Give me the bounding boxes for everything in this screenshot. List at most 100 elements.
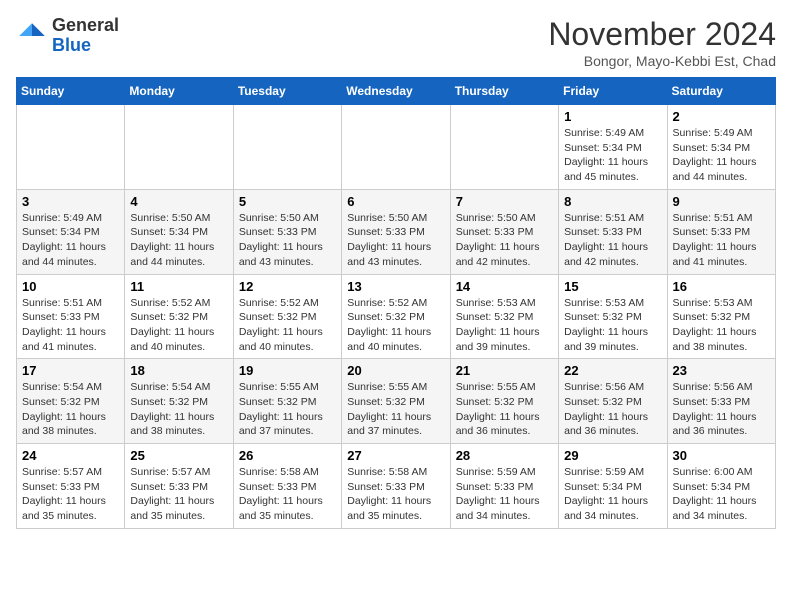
calendar-body: 1 Sunrise: 5:49 AM Sunset: 5:34 PM Daylig… — [17, 105, 776, 529]
day-info: Sunrise: 5:55 AM Sunset: 5:32 PM Dayligh… — [456, 380, 553, 439]
day-number: 30 — [673, 448, 770, 463]
day-number: 1 — [564, 109, 661, 124]
weekday-header-friday: Friday — [559, 78, 667, 105]
logo-blue-text: Blue — [52, 36, 119, 56]
day-number: 25 — [130, 448, 227, 463]
day-info: Sunrise: 5:51 AM Sunset: 5:33 PM Dayligh… — [673, 211, 770, 270]
day-number: 5 — [239, 194, 336, 209]
day-number: 27 — [347, 448, 444, 463]
calendar-cell: 2 Sunrise: 5:49 AM Sunset: 5:34 PM Daylig… — [667, 105, 775, 190]
day-number: 28 — [456, 448, 553, 463]
calendar-cell: 16 Sunrise: 5:53 AM Sunset: 5:32 PM Dayli… — [667, 274, 775, 359]
calendar-cell: 3Sunrise: 5:49 AM Sunset: 5:34 PM Daylig… — [17, 189, 125, 274]
day-number: 15 — [564, 279, 661, 294]
logo: General Blue — [16, 16, 119, 56]
day-number: 23 — [673, 363, 770, 378]
calendar-cell: 30 Sunrise: 6:00 AM Sunset: 5:34 PM Dayli… — [667, 444, 775, 529]
calendar-week-3: 10Sunrise: 5:51 AM Sunset: 5:33 PM Dayli… — [17, 274, 776, 359]
day-info: Sunrise: 5:55 AM Sunset: 5:32 PM Dayligh… — [347, 380, 444, 439]
weekday-header-thursday: Thursday — [450, 78, 558, 105]
month-title: November 2024 — [548, 16, 776, 53]
calendar-cell: 1 Sunrise: 5:49 AM Sunset: 5:34 PM Daylig… — [559, 105, 667, 190]
calendar-week-2: 3Sunrise: 5:49 AM Sunset: 5:34 PM Daylig… — [17, 189, 776, 274]
day-info: Sunrise: 5:56 AM Sunset: 5:33 PM Dayligh… — [673, 380, 770, 439]
calendar-cell — [233, 105, 341, 190]
day-info: Sunrise: 5:56 AM Sunset: 5:32 PM Dayligh… — [564, 380, 661, 439]
day-number: 22 — [564, 363, 661, 378]
day-info: Sunrise: 5:53 AM Sunset: 5:32 PM Dayligh… — [456, 296, 553, 355]
calendar-cell: 21 Sunrise: 5:55 AM Sunset: 5:32 PM Dayli… — [450, 359, 558, 444]
calendar-cell: 11Sunrise: 5:52 AM Sunset: 5:32 PM Dayli… — [125, 274, 233, 359]
day-number: 9 — [673, 194, 770, 209]
day-info: Sunrise: 5:55 AM Sunset: 5:32 PM Dayligh… — [239, 380, 336, 439]
calendar-cell: 8 Sunrise: 5:51 AM Sunset: 5:33 PM Daylig… — [559, 189, 667, 274]
day-info: Sunrise: 5:59 AM Sunset: 5:33 PM Dayligh… — [456, 465, 553, 524]
day-number: 21 — [456, 363, 553, 378]
day-number: 11 — [130, 279, 227, 294]
calendar-header: SundayMondayTuesdayWednesdayThursdayFrid… — [17, 78, 776, 105]
day-info: Sunrise: 5:53 AM Sunset: 5:32 PM Dayligh… — [564, 296, 661, 355]
weekday-header-tuesday: Tuesday — [233, 78, 341, 105]
day-number: 14 — [456, 279, 553, 294]
day-info: Sunrise: 5:50 AM Sunset: 5:33 PM Dayligh… — [347, 211, 444, 270]
day-info: Sunrise: 5:49 AM Sunset: 5:34 PM Dayligh… — [22, 211, 119, 270]
calendar-table: SundayMondayTuesdayWednesdayThursdayFrid… — [16, 77, 776, 529]
day-info: Sunrise: 5:49 AM Sunset: 5:34 PM Dayligh… — [564, 126, 661, 185]
calendar-cell: 18 Sunrise: 5:54 AM Sunset: 5:32 PM Dayli… — [125, 359, 233, 444]
weekday-header-sunday: Sunday — [17, 78, 125, 105]
day-info: Sunrise: 5:57 AM Sunset: 5:33 PM Dayligh… — [22, 465, 119, 524]
calendar-cell: 19Sunrise: 5:55 AM Sunset: 5:32 PM Dayli… — [233, 359, 341, 444]
calendar-cell: 28 Sunrise: 5:59 AM Sunset: 5:33 PM Dayli… — [450, 444, 558, 529]
calendar-cell: 12Sunrise: 5:52 AM Sunset: 5:32 PM Dayli… — [233, 274, 341, 359]
calendar-cell: 20 Sunrise: 5:55 AM Sunset: 5:32 PM Dayli… — [342, 359, 450, 444]
day-number: 4 — [130, 194, 227, 209]
calendar-cell: 27 Sunrise: 5:58 AM Sunset: 5:33 PM Dayli… — [342, 444, 450, 529]
day-number: 26 — [239, 448, 336, 463]
calendar-cell: 15 Sunrise: 5:53 AM Sunset: 5:32 PM Dayli… — [559, 274, 667, 359]
day-number: 24 — [22, 448, 119, 463]
weekday-row: SundayMondayTuesdayWednesdayThursdayFrid… — [17, 78, 776, 105]
calendar-cell: 4 Sunrise: 5:50 AM Sunset: 5:34 PM Daylig… — [125, 189, 233, 274]
day-number: 10 — [22, 279, 119, 294]
location-text: Bongor, Mayo-Kebbi Est, Chad — [548, 53, 776, 69]
calendar-cell: 5Sunrise: 5:50 AM Sunset: 5:33 PM Daylig… — [233, 189, 341, 274]
calendar-cell: 7 Sunrise: 5:50 AM Sunset: 5:33 PM Daylig… — [450, 189, 558, 274]
day-info: Sunrise: 6:00 AM Sunset: 5:34 PM Dayligh… — [673, 465, 770, 524]
calendar-cell: 6 Sunrise: 5:50 AM Sunset: 5:33 PM Daylig… — [342, 189, 450, 274]
day-info: Sunrise: 5:54 AM Sunset: 5:32 PM Dayligh… — [130, 380, 227, 439]
logo-general-text: General — [52, 16, 119, 36]
calendar-cell — [17, 105, 125, 190]
calendar-week-1: 1 Sunrise: 5:49 AM Sunset: 5:34 PM Daylig… — [17, 105, 776, 190]
title-block: November 2024 Bongor, Mayo-Kebbi Est, Ch… — [548, 16, 776, 69]
calendar-cell: 14 Sunrise: 5:53 AM Sunset: 5:32 PM Dayli… — [450, 274, 558, 359]
day-info: Sunrise: 5:52 AM Sunset: 5:32 PM Dayligh… — [347, 296, 444, 355]
calendar-cell — [342, 105, 450, 190]
day-number: 2 — [673, 109, 770, 124]
day-number: 7 — [456, 194, 553, 209]
calendar-week-4: 17 Sunrise: 5:54 AM Sunset: 5:32 PM Dayli… — [17, 359, 776, 444]
calendar-cell: 13Sunrise: 5:52 AM Sunset: 5:32 PM Dayli… — [342, 274, 450, 359]
page-header: General Blue November 2024 Bongor, Mayo-… — [16, 16, 776, 69]
day-number: 8 — [564, 194, 661, 209]
day-number: 20 — [347, 363, 444, 378]
calendar-cell: 24 Sunrise: 5:57 AM Sunset: 5:33 PM Dayli… — [17, 444, 125, 529]
day-info: Sunrise: 5:51 AM Sunset: 5:33 PM Dayligh… — [564, 211, 661, 270]
day-number: 6 — [347, 194, 444, 209]
day-info: Sunrise: 5:58 AM Sunset: 5:33 PM Dayligh… — [347, 465, 444, 524]
day-info: Sunrise: 5:50 AM Sunset: 5:34 PM Dayligh… — [130, 211, 227, 270]
calendar-cell: 26Sunrise: 5:58 AM Sunset: 5:33 PM Dayli… — [233, 444, 341, 529]
weekday-header-wednesday: Wednesday — [342, 78, 450, 105]
calendar-cell — [450, 105, 558, 190]
calendar-cell: 23 Sunrise: 5:56 AM Sunset: 5:33 PM Dayli… — [667, 359, 775, 444]
day-number: 17 — [22, 363, 119, 378]
day-info: Sunrise: 5:49 AM Sunset: 5:34 PM Dayligh… — [673, 126, 770, 185]
calendar-cell: 22 Sunrise: 5:56 AM Sunset: 5:32 PM Dayli… — [559, 359, 667, 444]
calendar-cell: 9 Sunrise: 5:51 AM Sunset: 5:33 PM Daylig… — [667, 189, 775, 274]
day-info: Sunrise: 5:53 AM Sunset: 5:32 PM Dayligh… — [673, 296, 770, 355]
day-number: 16 — [673, 279, 770, 294]
day-number: 18 — [130, 363, 227, 378]
day-number: 29 — [564, 448, 661, 463]
calendar-cell: 29Sunrise: 5:59 AM Sunset: 5:34 PM Dayli… — [559, 444, 667, 529]
day-info: Sunrise: 5:57 AM Sunset: 5:33 PM Dayligh… — [130, 465, 227, 524]
day-info: Sunrise: 5:50 AM Sunset: 5:33 PM Dayligh… — [456, 211, 553, 270]
